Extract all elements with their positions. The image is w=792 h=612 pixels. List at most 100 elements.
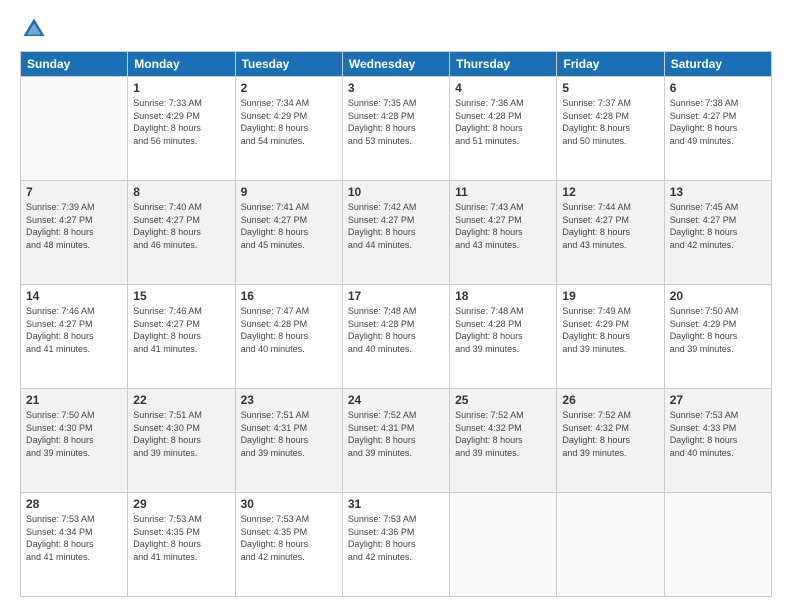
day-number: 30 — [241, 497, 337, 511]
day-info: Sunrise: 7:52 AM Sunset: 4:31 PM Dayligh… — [348, 409, 444, 459]
logo — [20, 15, 52, 43]
day-number: 4 — [455, 81, 551, 95]
calendar-cell: 30 Sunrise: 7:53 AM Sunset: 4:35 PM Dayli… — [235, 493, 342, 597]
calendar-cell: 23 Sunrise: 7:51 AM Sunset: 4:31 PM Dayli… — [235, 389, 342, 493]
weekday-header-row: SundayMondayTuesdayWednesdayThursdayFrid… — [21, 52, 772, 77]
day-info: Sunrise: 7:53 AM Sunset: 4:36 PM Dayligh… — [348, 513, 444, 563]
day-info: Sunrise: 7:36 AM Sunset: 4:28 PM Dayligh… — [455, 97, 551, 147]
day-number: 26 — [562, 393, 658, 407]
calendar-cell — [450, 493, 557, 597]
day-number: 1 — [133, 81, 229, 95]
day-number: 10 — [348, 185, 444, 199]
day-number: 31 — [348, 497, 444, 511]
calendar-cell: 12Sunrise: 7:44 AM Sunset: 4:27 PM Dayli… — [557, 181, 664, 285]
calendar-cell: 14 Sunrise: 7:46 AM Sunset: 4:27 PM Dayli… — [21, 285, 128, 389]
day-number: 20 — [670, 289, 766, 303]
calendar-cell: 16 Sunrise: 7:47 AM Sunset: 4:28 PM Dayli… — [235, 285, 342, 389]
day-number: 2 — [241, 81, 337, 95]
day-info: Sunrise: 7:46 AM Sunset: 4:27 PM Dayligh… — [133, 305, 229, 355]
day-number: 14 — [26, 289, 122, 303]
weekday-header-tuesday: Tuesday — [235, 52, 342, 77]
day-info: Sunrise: 7:46 AM Sunset: 4:27 PM Dayligh… — [26, 305, 122, 355]
calendar-cell: 24 Sunrise: 7:52 AM Sunset: 4:31 PM Dayli… — [342, 389, 449, 493]
weekday-header-monday: Monday — [128, 52, 235, 77]
day-info: Sunrise: 7:53 AM Sunset: 4:35 PM Dayligh… — [133, 513, 229, 563]
calendar-cell: 22Sunrise: 7:51 AM Sunset: 4:30 PM Dayli… — [128, 389, 235, 493]
weekday-header-thursday: Thursday — [450, 52, 557, 77]
calendar-cell: 28 Sunrise: 7:53 AM Sunset: 4:34 PM Dayli… — [21, 493, 128, 597]
calendar-cell: 25 Sunrise: 7:52 AM Sunset: 4:32 PM Dayli… — [450, 389, 557, 493]
calendar-cell: 15Sunrise: 7:46 AM Sunset: 4:27 PM Dayli… — [128, 285, 235, 389]
day-number: 21 — [26, 393, 122, 407]
calendar-week-row: 28 Sunrise: 7:53 AM Sunset: 4:34 PM Dayli… — [21, 493, 772, 597]
calendar-cell: 26 Sunrise: 7:52 AM Sunset: 4:32 PM Dayli… — [557, 389, 664, 493]
calendar-cell: 29 Sunrise: 7:53 AM Sunset: 4:35 PM Dayli… — [128, 493, 235, 597]
day-info: Sunrise: 7:34 AM Sunset: 4:29 PM Dayligh… — [241, 97, 337, 147]
weekday-header-wednesday: Wednesday — [342, 52, 449, 77]
calendar-cell: 3 Sunrise: 7:35 AM Sunset: 4:28 PM Daylig… — [342, 77, 449, 181]
day-info: Sunrise: 7:37 AM Sunset: 4:28 PM Dayligh… — [562, 97, 658, 147]
calendar-cell: 21Sunrise: 7:50 AM Sunset: 4:30 PM Dayli… — [21, 389, 128, 493]
calendar-cell: 17 Sunrise: 7:48 AM Sunset: 4:28 PM Dayli… — [342, 285, 449, 389]
day-number: 11 — [455, 185, 551, 199]
header — [20, 15, 772, 43]
day-info: Sunrise: 7:52 AM Sunset: 4:32 PM Dayligh… — [455, 409, 551, 459]
day-number: 7 — [26, 185, 122, 199]
day-info: Sunrise: 7:41 AM Sunset: 4:27 PM Dayligh… — [241, 201, 337, 251]
day-number: 16 — [241, 289, 337, 303]
calendar-cell: 2 Sunrise: 7:34 AM Sunset: 4:29 PM Daylig… — [235, 77, 342, 181]
calendar-cell: 1 Sunrise: 7:33 AM Sunset: 4:29 PM Daylig… — [128, 77, 235, 181]
day-info: Sunrise: 7:51 AM Sunset: 4:31 PM Dayligh… — [241, 409, 337, 459]
day-info: Sunrise: 7:40 AM Sunset: 4:27 PM Dayligh… — [133, 201, 229, 251]
day-info: Sunrise: 7:49 AM Sunset: 4:29 PM Dayligh… — [562, 305, 658, 355]
day-info: Sunrise: 7:33 AM Sunset: 4:29 PM Dayligh… — [133, 97, 229, 147]
day-info: Sunrise: 7:45 AM Sunset: 4:27 PM Dayligh… — [670, 201, 766, 251]
weekday-header-saturday: Saturday — [664, 52, 771, 77]
day-number: 13 — [670, 185, 766, 199]
calendar-cell: 13 Sunrise: 7:45 AM Sunset: 4:27 PM Dayli… — [664, 181, 771, 285]
day-info: Sunrise: 7:39 AM Sunset: 4:27 PM Dayligh… — [26, 201, 122, 251]
day-number: 3 — [348, 81, 444, 95]
calendar-cell: 4 Sunrise: 7:36 AM Sunset: 4:28 PM Daylig… — [450, 77, 557, 181]
calendar-cell: 8 Sunrise: 7:40 AM Sunset: 4:27 PM Daylig… — [128, 181, 235, 285]
calendar-week-row: 14 Sunrise: 7:46 AM Sunset: 4:27 PM Dayli… — [21, 285, 772, 389]
calendar-cell — [664, 493, 771, 597]
calendar-cell: 31 Sunrise: 7:53 AM Sunset: 4:36 PM Dayli… — [342, 493, 449, 597]
logo-icon — [20, 15, 48, 43]
day-info: Sunrise: 7:50 AM Sunset: 4:29 PM Dayligh… — [670, 305, 766, 355]
calendar-cell — [21, 77, 128, 181]
day-number: 23 — [241, 393, 337, 407]
day-number: 6 — [670, 81, 766, 95]
day-number: 24 — [348, 393, 444, 407]
day-info: Sunrise: 7:52 AM Sunset: 4:32 PM Dayligh… — [562, 409, 658, 459]
calendar-week-row: 21Sunrise: 7:50 AM Sunset: 4:30 PM Dayli… — [21, 389, 772, 493]
calendar-cell: 19Sunrise: 7:49 AM Sunset: 4:29 PM Dayli… — [557, 285, 664, 389]
day-info: Sunrise: 7:42 AM Sunset: 4:27 PM Dayligh… — [348, 201, 444, 251]
page: SundayMondayTuesdayWednesdayThursdayFrid… — [0, 0, 792, 612]
day-info: Sunrise: 7:35 AM Sunset: 4:28 PM Dayligh… — [348, 97, 444, 147]
day-number: 25 — [455, 393, 551, 407]
day-number: 5 — [562, 81, 658, 95]
day-number: 28 — [26, 497, 122, 511]
day-number: 17 — [348, 289, 444, 303]
calendar-cell: 9Sunrise: 7:41 AM Sunset: 4:27 PM Daylig… — [235, 181, 342, 285]
day-info: Sunrise: 7:48 AM Sunset: 4:28 PM Dayligh… — [348, 305, 444, 355]
calendar-cell: 5 Sunrise: 7:37 AM Sunset: 4:28 PM Daylig… — [557, 77, 664, 181]
calendar-cell: 20 Sunrise: 7:50 AM Sunset: 4:29 PM Dayli… — [664, 285, 771, 389]
day-number: 18 — [455, 289, 551, 303]
day-number: 8 — [133, 185, 229, 199]
day-info: Sunrise: 7:53 AM Sunset: 4:35 PM Dayligh… — [241, 513, 337, 563]
day-number: 29 — [133, 497, 229, 511]
weekday-header-friday: Friday — [557, 52, 664, 77]
calendar-cell — [557, 493, 664, 597]
calendar-cell: 6 Sunrise: 7:38 AM Sunset: 4:27 PM Daylig… — [664, 77, 771, 181]
weekday-header-sunday: Sunday — [21, 52, 128, 77]
day-info: Sunrise: 7:53 AM Sunset: 4:34 PM Dayligh… — [26, 513, 122, 563]
day-info: Sunrise: 7:47 AM Sunset: 4:28 PM Dayligh… — [241, 305, 337, 355]
day-info: Sunrise: 7:38 AM Sunset: 4:27 PM Dayligh… — [670, 97, 766, 147]
calendar-cell: 7 Sunrise: 7:39 AM Sunset: 4:27 PM Daylig… — [21, 181, 128, 285]
day-info: Sunrise: 7:48 AM Sunset: 4:28 PM Dayligh… — [455, 305, 551, 355]
calendar-cell: 27Sunrise: 7:53 AM Sunset: 4:33 PM Dayli… — [664, 389, 771, 493]
calendar-cell: 18 Sunrise: 7:48 AM Sunset: 4:28 PM Dayli… — [450, 285, 557, 389]
day-info: Sunrise: 7:53 AM Sunset: 4:33 PM Dayligh… — [670, 409, 766, 459]
